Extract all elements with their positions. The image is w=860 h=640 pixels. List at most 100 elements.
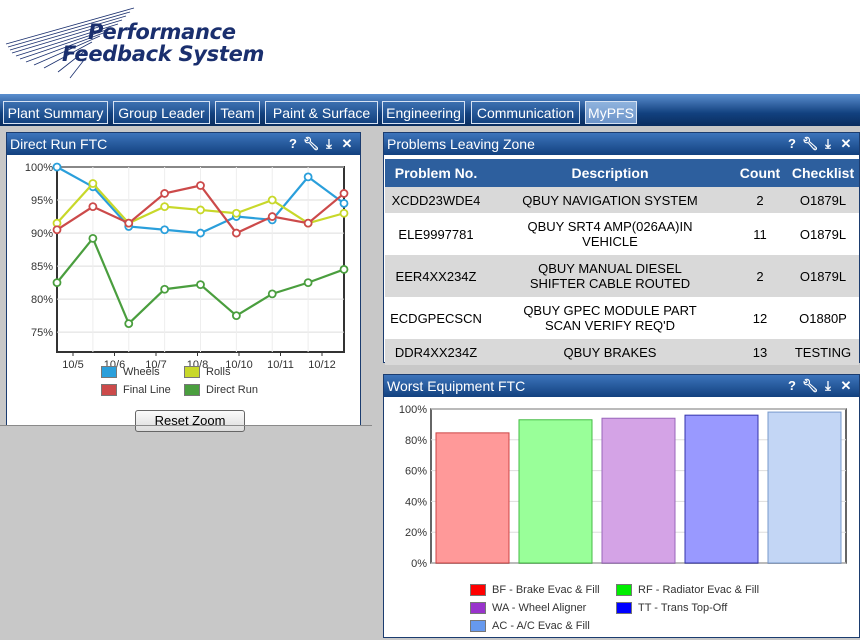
x-tick-label: 10/5 [62,359,83,371]
panel-title: Worst Equipment FTC ? 🔧︎ ⤓ ✕ [384,375,859,397]
table-row[interactable]: XCDD23WDE4 QBUY NAVIGATION SYSTEM 2 O1879L [385,187,859,213]
data-point [52,278,62,288]
data-point [339,265,349,274]
table-header-row: Problem No. Description Count Checklist [385,159,859,187]
data-point [52,162,62,172]
data-point [160,225,170,235]
data-point [124,319,134,328]
bar-bf [435,432,510,564]
y-tick-label: 100% [399,404,427,416]
download-icon[interactable]: ⤓ [819,375,837,397]
y-tick-label: 95% [31,195,53,207]
y-tick-label: 0% [411,558,427,570]
legend-bf[interactable]: BF - Brake Evac & Fill [470,584,600,597]
tab-communication[interactable]: Communication [471,101,580,124]
col-count[interactable]: Count [733,159,787,187]
legend-wa[interactable]: WA - Wheel Aligner [470,602,586,615]
data-point [267,195,277,205]
data-point [196,228,205,238]
x-tick-label: 10/11 [267,359,294,371]
tab-group-leader[interactable]: Group Leader [113,101,210,124]
data-point [88,179,98,188]
worst-equipment-bar-chart: 100% 80% 60% 40% 20% 0% [399,404,847,570]
data-point [339,208,349,218]
tab-engineering[interactable]: Engineering [382,101,465,124]
legend-ac[interactable]: AC - A/C Evac & Fill [470,620,590,633]
col-checklist[interactable]: Checklist [787,159,859,187]
main-navbar: Plant Summary Group Leader Team Paint & … [0,94,860,126]
data-point [231,311,241,321]
data-point [160,284,170,294]
tab-paint-surface[interactable]: Paint & Surface [265,101,378,124]
reset-zoom-button[interactable]: Reset Zoom [135,410,245,432]
data-point [231,208,241,218]
data-point [160,189,170,198]
table-row[interactable]: EER4XX234Z QBUY MANUAL DIESEL SHIFTER CAB… [385,255,859,297]
close-icon[interactable]: ✕ [837,375,855,397]
data-point [303,218,313,228]
tab-plant-summary[interactable]: Plant Summary [3,101,108,124]
data-point [196,280,205,290]
data-point [124,218,134,228]
y-tick-label: 60% [405,466,427,478]
panel-title: Direct Run FTC ? 🔧︎ ⤓ ✕ [7,133,360,155]
direct-run-title: Direct Run FTC [10,136,108,152]
data-point [88,233,98,243]
download-icon[interactable]: ⤓ [819,133,837,155]
bar-tt [684,414,759,564]
direct-run-line-chart: 100%95%90%85%80%75%10/5 10/6 10/7 10/8 10/10… [25,162,349,371]
data-point [196,181,205,190]
legend-tt[interactable]: TT - Trans Top-Off [616,602,727,615]
data-point [231,228,241,238]
y-tick-label: 100% [25,162,53,174]
y-tick-label: 80% [31,294,53,306]
problems-table: Problem No. Description Count Checklist … [385,159,859,365]
data-point [303,278,313,288]
direct-run-panel: Direct Run FTC ? 🔧︎ ⤓ ✕ 100% 95% 90% 85% 80% 75%… [6,132,361,432]
problems-title: Problems Leaving Zone [387,136,535,152]
help-icon[interactable]: ? [783,133,801,155]
close-icon[interactable]: ✕ [837,133,855,155]
col-description[interactable]: Description [487,159,733,187]
panel-title: Problems Leaving Zone ? 🔧︎ ⤓ ✕ [384,133,859,155]
data-point [160,202,170,212]
wrench-icon[interactable]: 🔧︎ [801,375,819,397]
close-icon[interactable]: ✕ [338,133,356,155]
legend-final-line[interactable]: Final Line [101,384,171,397]
legend-wheels[interactable]: Wheels [101,366,160,379]
y-tick-label: 80% [405,435,427,447]
data-point [267,212,277,221]
legend-rolls[interactable]: Rolls [184,366,230,379]
data-point [196,205,205,215]
logo-title-line2: Feedback System [62,42,265,66]
wrench-icon[interactable]: 🔧︎ [302,133,320,155]
y-tick-label: 75% [31,327,53,339]
y-tick-label: 20% [405,527,427,539]
data-point [267,289,277,299]
table-row[interactable]: ELE9997781 QBUY SRT4 AMP(026AA)IN VEHICLE… [385,213,859,255]
x-tick-label: 10/12 [308,359,336,371]
tab-team[interactable]: Team [215,101,260,124]
tab-mypfs[interactable]: MyPFS [585,101,637,124]
legend-rf[interactable]: RF - Radiator Evac & Fill [616,584,759,597]
app-header: Performance Feedback System [0,0,860,94]
data-point [339,198,349,208]
col-problem-no[interactable]: Problem No. [385,159,487,187]
worst-equipment-panel: Worst Equipment FTC ? 🔧︎ ⤓ ✕ 100% 80% 60% 40% 2… [383,374,860,638]
data-point [52,225,62,235]
legend-direct-run[interactable]: Direct Run [184,384,258,397]
data-point [88,202,98,212]
download-icon[interactable]: ⤓ [320,133,338,155]
wrench-icon[interactable]: 🔧︎ [801,133,819,155]
y-tick-label: 85% [31,261,53,273]
table-row[interactable]: ECDGPECSCN QBUY GPEC MODULE PART SCAN VER… [385,297,859,339]
problems-panel: Problems Leaving Zone ? 🔧︎ ⤓ ✕ Problem No. … [383,132,860,365]
data-point [339,189,349,198]
panel-divider [0,425,372,426]
table-row[interactable]: DDR4XX234Z QBUY BRAKES 13 TESTING [385,339,859,365]
y-tick-label: 40% [405,496,427,508]
help-icon[interactable]: ? [284,133,302,155]
bar-wa [601,417,676,564]
help-icon[interactable]: ? [783,375,801,397]
bar-rf [518,419,593,564]
